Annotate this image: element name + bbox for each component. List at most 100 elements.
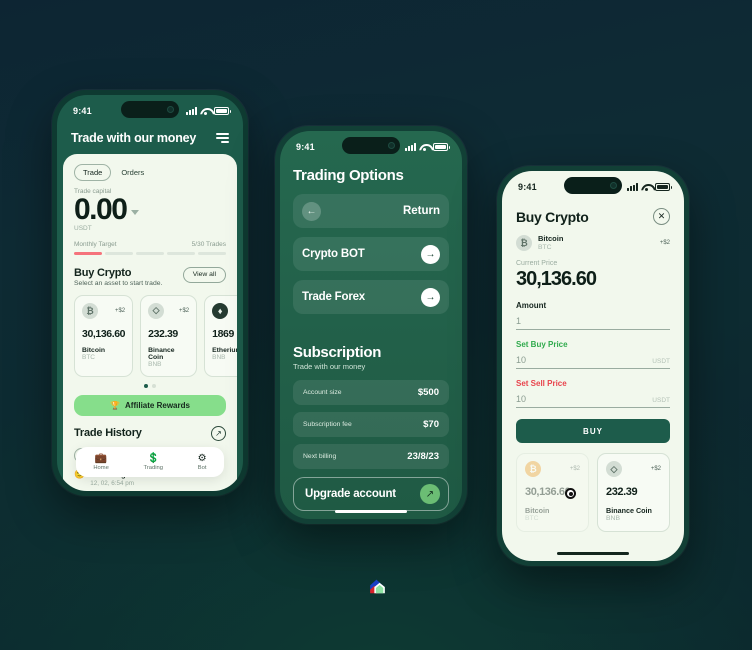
- balance-row: 0.00: [74, 194, 226, 226]
- buy-crypto-header: Buy Crypto ✕: [516, 208, 670, 225]
- phone1-notch: [121, 101, 179, 118]
- page-title: Trade with our money: [71, 131, 197, 145]
- amount-label: Amount: [516, 301, 547, 311]
- buy-price-field[interactable]: 10 USDT: [516, 355, 670, 370]
- asset-card[interactable]: ◇ +$2 232.39 Binance Coin BNB: [140, 294, 198, 377]
- asset-card[interactable]: ₿ +$2 30,136.60 Bitcoin BTC: [74, 294, 134, 377]
- phone-mockup-trading-options: 9:41 Trading Options ← Return Crypto BOT…: [275, 126, 467, 524]
- subscription-caption: Trade with our money: [293, 362, 366, 371]
- sell-price-field[interactable]: 10 USDT: [516, 394, 670, 409]
- option-label: Crypto BOT: [302, 248, 365, 260]
- phone3-screen: 9:41 Buy Crypto ✕ ₿ Bitcoin BTC +$2 Curr…: [502, 171, 684, 561]
- hamburger-icon[interactable]: [216, 133, 229, 143]
- phone-mockup-buy-crypto: 9:41 Buy Crypto ✕ ₿ Bitcoin BTC +$2 Curr…: [497, 166, 689, 566]
- subscription-title: Subscription: [293, 344, 382, 361]
- row-key: Account size: [303, 389, 342, 396]
- trades-count: 5/30 Trades: [191, 240, 226, 248]
- set-sell-price-label: Set Sell Price: [516, 379, 567, 389]
- affiliate-rewards-button[interactable]: 🏆 Affiliate Rewards: [74, 394, 226, 416]
- balance-value: 0.00: [74, 193, 128, 226]
- status-indicators: [405, 143, 450, 151]
- arrow-right-icon[interactable]: →: [421, 287, 440, 307]
- status-time: 9:41: [296, 142, 315, 152]
- trading-icon: 💲: [147, 452, 160, 464]
- buy-price-input[interactable]: 10: [516, 355, 526, 365]
- arrow-up-right-icon[interactable]: ↗: [420, 484, 440, 504]
- set-buy-price-label: Set Buy Price: [516, 340, 568, 350]
- tab-orders[interactable]: Orders: [121, 168, 144, 177]
- chevron-down-icon[interactable]: [131, 210, 140, 216]
- phone2-notch: [342, 137, 400, 154]
- front-camera-icon: [610, 182, 617, 189]
- asset-card[interactable]: ₿ +$2 30,136.60 Bitcoin BTC: [516, 453, 589, 533]
- tab-trade[interactable]: Trade: [74, 164, 112, 181]
- asset-name: Bitcoin: [82, 346, 106, 354]
- upgrade-label: Upgrade account: [305, 488, 396, 500]
- page-title: Trading Options: [293, 167, 404, 184]
- asset-ticker: BNB: [212, 353, 226, 361]
- tab-trading[interactable]: 💲 Trading: [144, 452, 163, 471]
- phone1-screen: 9:41 Trade with our money Trade Orders T…: [57, 95, 243, 491]
- subscription-row-account-size: Account size $500: [293, 380, 449, 405]
- upgrade-account-button[interactable]: Upgrade account ↗: [293, 477, 449, 511]
- option-label: Trade Forex: [302, 291, 365, 303]
- return-label: Return: [402, 205, 440, 217]
- trade-history-header: Trade History ↗: [74, 425, 226, 441]
- bitcoin-icon: ₿: [516, 235, 532, 252]
- signal-bars-icon: [186, 107, 197, 115]
- mouse-cursor: [565, 488, 576, 499]
- status-indicators: [186, 107, 231, 115]
- buy-crypto-subtitle: Select an asset to start trade.: [74, 279, 163, 287]
- buy-crypto-title: Buy Crypto: [74, 266, 132, 279]
- asset-delta: +$2: [659, 240, 670, 247]
- view-all-button[interactable]: View all: [182, 266, 226, 283]
- amount-input[interactable]: 1: [516, 316, 521, 326]
- carousel-dots[interactable]: [74, 383, 226, 388]
- option-trade-forex[interactable]: Trade Forex →: [293, 280, 449, 314]
- arrow-up-right-icon[interactable]: ↗: [211, 425, 226, 441]
- sell-price-unit: USDT: [652, 397, 670, 405]
- amount-field[interactable]: 1: [516, 316, 670, 331]
- return-row[interactable]: ← Return: [293, 194, 449, 228]
- buy-crypto-header: Buy Crypto Select an asset to start trad…: [74, 266, 226, 287]
- asset-delta: +$2: [650, 466, 661, 473]
- tab-home[interactable]: 💼 Home: [93, 453, 108, 471]
- row-value: $500: [417, 387, 439, 398]
- trade-history-title: Trade History: [74, 427, 142, 439]
- home-indicator: [335, 509, 407, 513]
- bottom-tab-bar[interactable]: 💼 Home 💲 Trading ⚙ Bot: [76, 447, 224, 477]
- sell-price-input[interactable]: 10: [516, 394, 526, 404]
- asset-card[interactable]: ◇ +$2 232.39 Binance Coin BNB: [597, 453, 670, 533]
- buy-button[interactable]: BUY: [516, 419, 670, 444]
- asset-price: 30,136.60: [82, 327, 126, 340]
- status-time: 9:41: [73, 106, 92, 116]
- arrow-right-icon[interactable]: →: [421, 244, 440, 264]
- asset-card[interactable]: ♦ 1869 Etherium BNB: [204, 294, 237, 377]
- bot-icon: ⚙: [197, 452, 207, 464]
- battery-icon: [433, 143, 450, 151]
- close-icon[interactable]: ✕: [653, 208, 670, 225]
- suggested-assets: ₿ +$2 30,136.60 Bitcoin BTC ◇ +$2 232.39…: [516, 453, 670, 533]
- status-indicators: [627, 183, 672, 191]
- battery-icon: [655, 183, 672, 191]
- segmented-tabs: Trade Orders: [74, 164, 226, 181]
- asset-name: Bitcoin: [538, 234, 564, 243]
- asset-price: 232.39: [606, 486, 638, 499]
- asset-name: Binance Coin: [148, 346, 175, 361]
- asset-cards-carousel[interactable]: ₿ +$2 30,136.60 Bitcoin BTC ◇ +$2 232.39…: [74, 294, 237, 377]
- option-crypto-bot[interactable]: Crypto BOT →: [293, 237, 449, 271]
- target-progress-bar: [74, 251, 226, 255]
- phone2-screen: 9:41 Trading Options ← Return Crypto BOT…: [280, 131, 462, 519]
- asset-name: Etherium: [212, 346, 237, 354]
- selected-asset-row[interactable]: ₿ Bitcoin BTC +$2: [516, 234, 670, 252]
- trophy-icon: 🏆: [110, 400, 121, 410]
- tab-bot[interactable]: ⚙ Bot: [197, 452, 207, 471]
- status-time: 9:41: [518, 182, 537, 192]
- wifi-icon: [419, 143, 430, 151]
- current-price-value: 30,136.60: [516, 268, 597, 291]
- dashboard-sheet: Trade Orders Trade capital 0.00 USDT Mon…: [63, 154, 237, 491]
- asset-name: Binance Coin: [606, 506, 652, 516]
- affiliate-label: Affiliate Rewards: [125, 400, 190, 410]
- front-camera-icon: [388, 142, 395, 149]
- arrow-left-icon[interactable]: ←: [302, 201, 321, 221]
